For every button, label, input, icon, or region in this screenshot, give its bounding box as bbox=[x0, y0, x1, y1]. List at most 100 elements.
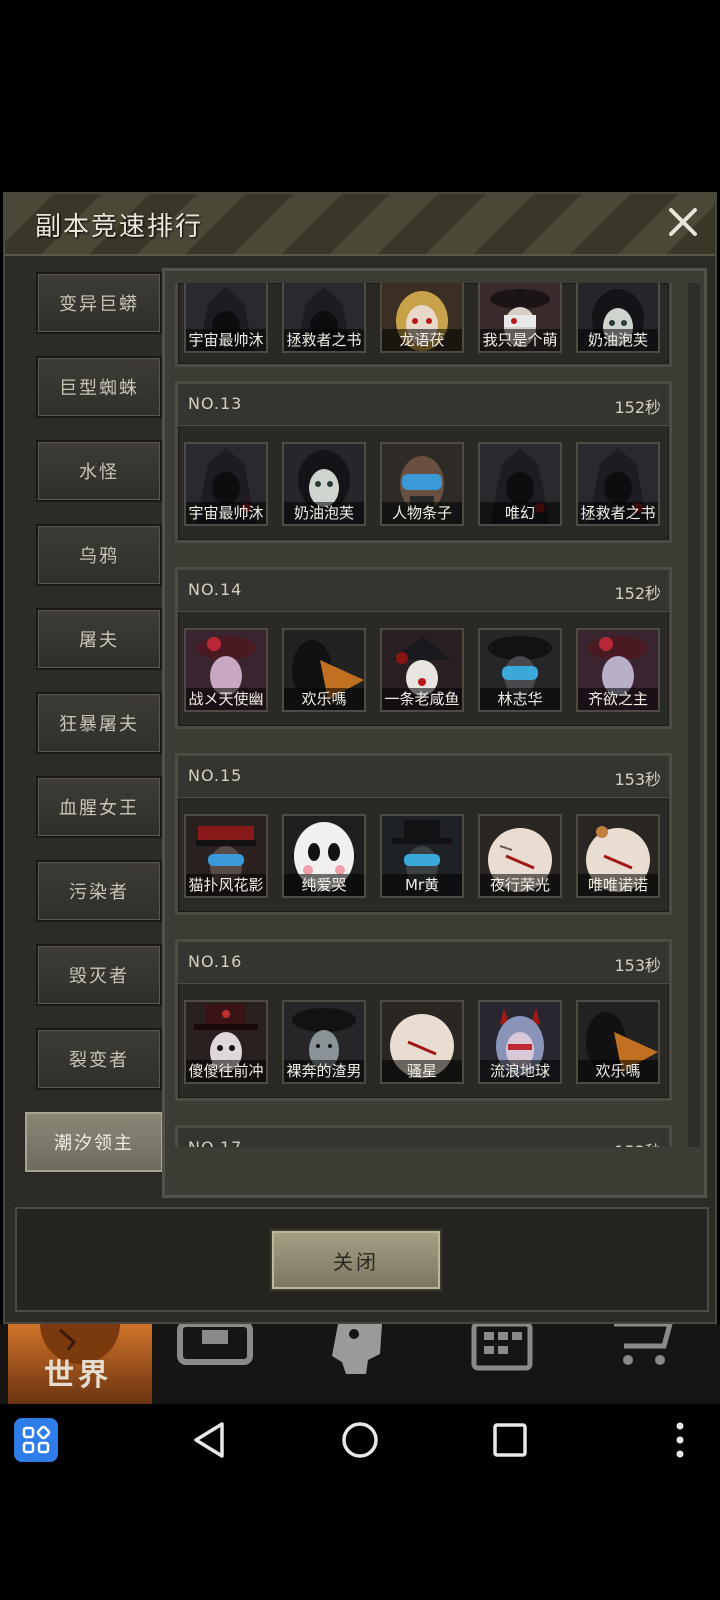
member-slot[interactable]: 宇宙最帅沐 bbox=[184, 442, 268, 526]
sidebar-item-label: 潮汐领主 bbox=[54, 1133, 134, 1154]
member-name: 奶油泡芙 bbox=[284, 502, 364, 524]
member-name: 唯幻 bbox=[480, 502, 560, 524]
member-row: 宇宙最帅沐 拯救者之书 龙语茯 我只是个萌 奶油泡芙 bbox=[184, 283, 670, 353]
app-drawer-icon[interactable] bbox=[14, 1418, 58, 1466]
member-slot[interactable]: 欢乐嗎 bbox=[282, 628, 366, 712]
member-slot[interactable]: 骚星 bbox=[380, 1000, 464, 1084]
back-icon[interactable] bbox=[190, 1420, 230, 1464]
member-row: 猫扑风花影 纯爱哭 Mr黄 夜行荣光 唯唯诺诺 bbox=[184, 814, 670, 898]
sidebar-item-destroyer[interactable]: 毁灭者 bbox=[36, 944, 162, 1006]
close-button-label: 关闭 bbox=[333, 1249, 379, 1274]
member-name: 拯救者之书 bbox=[284, 329, 364, 351]
sidebar-item-label: 狂暴屠夫 bbox=[59, 714, 139, 735]
member-slot[interactable]: 猫扑风花影 bbox=[184, 814, 268, 898]
member-name: 裸奔的渣男 bbox=[284, 1060, 364, 1082]
member-name: 我只是个萌 bbox=[480, 329, 560, 351]
member-name: 欢乐嗎 bbox=[284, 688, 364, 710]
sidebar-item-fissioner[interactable]: 裂变者 bbox=[36, 1028, 162, 1090]
android-nav-bar bbox=[0, 1404, 720, 1478]
nav-backpack[interactable] bbox=[170, 1321, 314, 1404]
sidebar-item-crow[interactable]: 乌鸦 bbox=[36, 524, 162, 586]
member-name: 林志华 bbox=[480, 688, 560, 710]
member-slot[interactable]: Mr黄 bbox=[380, 814, 464, 898]
rank-time: 153秒 bbox=[614, 956, 661, 975]
member-name: 奶油泡芙 bbox=[578, 329, 658, 351]
member-slot[interactable]: 流浪地球 bbox=[478, 1000, 562, 1084]
rank-card: NO.16 153秒 傻傻往前冲 裸奔的渣男 骚星 流浪地球 欢乐嗎 bbox=[175, 939, 672, 1101]
sidebar-item-berserk-butcher[interactable]: 狂暴屠夫 bbox=[36, 692, 162, 754]
rank-card: NO.15 153秒 猫扑风花影 纯爱哭 Mr黄 夜行荣光 唯唯诺诺 bbox=[175, 753, 672, 915]
member-slot[interactable]: 傻傻往前冲 bbox=[184, 1000, 268, 1084]
nav-building[interactable] bbox=[468, 1321, 612, 1404]
rank-card: NO.14 152秒 战メ天使幽 欢乐嗎 一条老咸鱼 林志华 齐欲之主 bbox=[175, 567, 672, 729]
more-options-icon[interactable] bbox=[672, 1420, 688, 1464]
sidebar-item-polluter[interactable]: 污染者 bbox=[36, 860, 162, 922]
home-icon[interactable] bbox=[340, 1420, 380, 1464]
member-slot[interactable]: 拯救者之书 bbox=[576, 442, 660, 526]
rank-card: 宇宙最帅沐 拯救者之书 龙语茯 我只是个萌 奶油泡芙 bbox=[175, 283, 672, 367]
member-slot[interactable]: 宇宙最帅沐 bbox=[184, 283, 268, 353]
member-row: 宇宙最帅沐 奶油泡芙 人物条子 唯幻 拯救者之书 bbox=[184, 442, 670, 526]
nav-world[interactable]: 世界 bbox=[8, 1324, 152, 1404]
member-name: 拯救者之书 bbox=[578, 502, 658, 524]
nav-character[interactable] bbox=[318, 1324, 462, 1404]
dialog-footer: 关闭 bbox=[15, 1207, 709, 1312]
dialog-title: 副本竞速排行 bbox=[35, 212, 204, 242]
member-slot[interactable]: 纯爱哭 bbox=[282, 814, 366, 898]
member-slot[interactable]: 齐欲之主 bbox=[576, 628, 660, 712]
sidebar-item-tide-lord[interactable]: 潮汐领主 bbox=[23, 1110, 165, 1174]
member-name: 猫扑风花影 bbox=[186, 874, 266, 896]
member-slot[interactable]: 裸奔的渣男 bbox=[282, 1000, 366, 1084]
member-slot[interactable]: 我只是个萌 bbox=[478, 283, 562, 353]
member-slot[interactable]: 唯幻 bbox=[478, 442, 562, 526]
member-slot[interactable]: 一条老咸鱼 bbox=[380, 628, 464, 712]
nav-shop[interactable] bbox=[610, 1321, 720, 1404]
member-slot[interactable]: 拯救者之书 bbox=[282, 283, 366, 353]
member-name: 一条老咸鱼 bbox=[382, 688, 462, 710]
member-name: 龙语茯 bbox=[382, 329, 462, 351]
sidebar-item-label: 屠夫 bbox=[79, 630, 119, 651]
member-name: 骚星 bbox=[382, 1060, 462, 1082]
close-button[interactable]: 关闭 bbox=[270, 1229, 442, 1291]
head-profile-icon bbox=[332, 1324, 382, 1374]
rank-card: NO.17 153秒 bbox=[175, 1125, 672, 1147]
member-slot[interactable]: 林志华 bbox=[478, 628, 562, 712]
scrollbar[interactable] bbox=[688, 283, 700, 1147]
member-name: 宇宙最帅沐 bbox=[186, 502, 266, 524]
sidebar-item-label: 裂变者 bbox=[69, 1050, 129, 1071]
ranking-list[interactable]: 宇宙最帅沐 拯救者之书 龙语茯 我只是个萌 奶油泡芙 NO.13 152秒 宇宙… bbox=[175, 283, 683, 1147]
sidebar-item-mutant-python[interactable]: 变异巨蟒 bbox=[36, 272, 162, 334]
backpack-icon bbox=[177, 1321, 253, 1365]
member-slot[interactable]: 人物条子 bbox=[380, 442, 464, 526]
member-name: 齐欲之主 bbox=[578, 688, 658, 710]
member-slot[interactable]: 欢乐嗎 bbox=[576, 1000, 660, 1084]
member-slot[interactable]: 夜行荣光 bbox=[478, 814, 562, 898]
close-icon[interactable] bbox=[663, 202, 703, 242]
dialog-header: 副本竞速排行 bbox=[5, 194, 715, 256]
sidebar-item-water-monster[interactable]: 水怪 bbox=[36, 440, 162, 502]
sidebar-item-label: 污染者 bbox=[69, 882, 129, 903]
member-name: 人物条子 bbox=[382, 502, 462, 524]
member-slot[interactable]: 龙语茯 bbox=[380, 283, 464, 353]
member-name: 流浪地球 bbox=[480, 1060, 560, 1082]
member-name: 纯爱哭 bbox=[284, 874, 364, 896]
rank-number: NO.16 bbox=[188, 952, 243, 971]
member-slot[interactable]: 奶油泡芙 bbox=[576, 283, 660, 353]
member-row: 战メ天使幽 欢乐嗎 一条老咸鱼 林志华 齐欲之主 bbox=[184, 628, 670, 712]
member-slot[interactable]: 奶油泡芙 bbox=[282, 442, 366, 526]
ranking-dialog: 副本竞速排行 变异巨蟒 巨型蜘蛛 水怪 乌鸦 屠夫 狂暴屠夫 血腥女王 污染者 … bbox=[3, 192, 717, 1324]
recents-icon[interactable] bbox=[490, 1420, 530, 1464]
rank-time: 152秒 bbox=[614, 398, 661, 417]
member-name: 唯唯诺诺 bbox=[578, 874, 658, 896]
member-row: 傻傻往前冲 裸奔的渣男 骚星 流浪地球 欢乐嗎 bbox=[184, 1000, 670, 1084]
member-slot[interactable]: 唯唯诺诺 bbox=[576, 814, 660, 898]
sidebar-item-blood-queen[interactable]: 血腥女王 bbox=[36, 776, 162, 838]
sidebar-item-giant-spider[interactable]: 巨型蜘蛛 bbox=[36, 356, 162, 418]
member-slot[interactable]: 战メ天使幽 bbox=[184, 628, 268, 712]
sidebar-item-label: 血腥女王 bbox=[59, 798, 139, 819]
sidebar-item-butcher[interactable]: 屠夫 bbox=[36, 608, 162, 670]
member-name: 傻傻往前冲 bbox=[186, 1060, 266, 1082]
member-name: 宇宙最帅沐 bbox=[186, 329, 266, 351]
member-name: 欢乐嗎 bbox=[578, 1060, 658, 1082]
rank-time: 153秒 bbox=[614, 1138, 661, 1147]
